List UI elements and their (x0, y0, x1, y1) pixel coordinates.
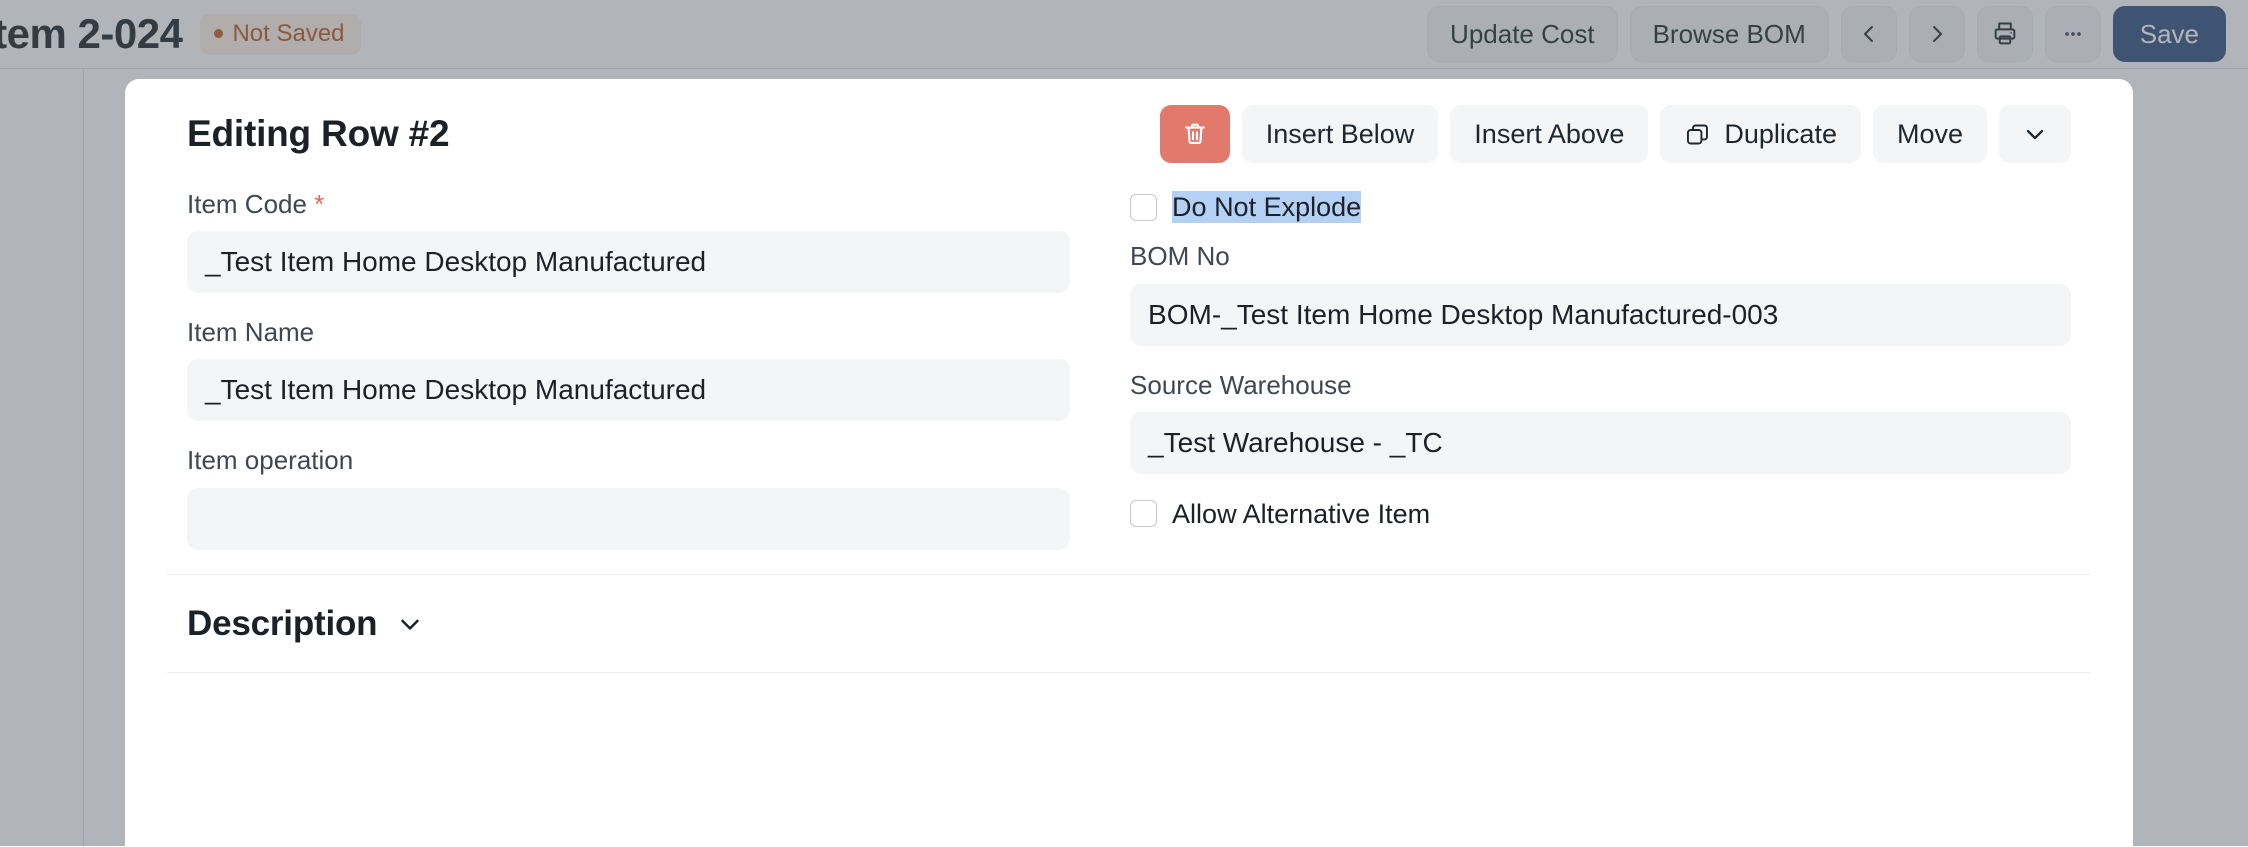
item-code-input[interactable]: _Test Item Home Desktop Manufactured (187, 231, 1070, 293)
bom-no-input[interactable]: BOM-_Test Item Home Desktop Manufactured… (1130, 284, 2071, 346)
field-do-not-explode: Do Not Explode (1130, 191, 2071, 223)
item-operation-input[interactable] (187, 488, 1070, 550)
source-warehouse-input[interactable]: _Test Warehouse - _TC (1130, 412, 2071, 474)
source-warehouse-label: Source Warehouse (1130, 370, 2071, 401)
section-divider-bottom (167, 672, 2091, 673)
do-not-explode-checkbox[interactable] (1130, 194, 1157, 221)
field-item-name: Item Name _Test Item Home Desktop Manufa… (187, 317, 1070, 421)
item-operation-label: Item operation (187, 445, 1070, 476)
form-column-left: Item Code * _Test Item Home Desktop Manu… (187, 189, 1130, 574)
dialog-header: Editing Row #2 Insert Below Insert Above… (125, 79, 2133, 189)
duplicate-icon (1684, 121, 1711, 148)
bom-no-label: BOM No (1130, 241, 2071, 272)
section-description[interactable]: Description (125, 575, 2133, 672)
duplicate-button[interactable]: Duplicate (1660, 105, 1861, 163)
item-name-input[interactable]: _Test Item Home Desktop Manufactured (187, 359, 1070, 421)
field-item-code: Item Code * _Test Item Home Desktop Manu… (187, 189, 1070, 293)
field-allow-alternative-item: Allow Alternative Item (1130, 498, 2071, 530)
edit-row-dialog: Editing Row #2 Insert Below Insert Above… (125, 79, 2133, 846)
dialog-form: Item Code * _Test Item Home Desktop Manu… (125, 189, 2133, 574)
required-asterisk: * (307, 189, 324, 219)
allow-alternative-item-label[interactable]: Allow Alternative Item (1172, 498, 1430, 530)
field-item-operation: Item operation (187, 445, 1070, 549)
chevron-down-icon (2021, 120, 2049, 148)
delete-row-button[interactable] (1160, 105, 1230, 163)
expand-options-button[interactable] (1999, 105, 2071, 163)
chevron-down-icon (395, 609, 425, 639)
item-code-label: Item Code * (187, 189, 1070, 220)
allow-alternative-item-checkbox[interactable] (1130, 500, 1157, 527)
insert-below-button[interactable]: Insert Below (1242, 105, 1439, 163)
section-description-title: Description (187, 604, 377, 644)
row-action-bar: Insert Below Insert Above Duplicate Move (1160, 105, 2071, 163)
insert-above-button[interactable]: Insert Above (1450, 105, 1648, 163)
do-not-explode-label[interactable]: Do Not Explode (1172, 191, 1361, 223)
field-bom-no: BOM No BOM-_Test Item Home Desktop Manuf… (1130, 241, 2071, 345)
field-source-warehouse: Source Warehouse _Test Warehouse - _TC (1130, 370, 2071, 474)
dialog-title: Editing Row #2 (187, 113, 449, 155)
item-name-label: Item Name (187, 317, 1070, 348)
move-button[interactable]: Move (1873, 105, 1987, 163)
form-column-right: Do Not Explode BOM No BOM-_Test Item Hom… (1130, 189, 2071, 574)
trash-icon (1181, 120, 1209, 148)
duplicate-label: Duplicate (1724, 119, 1837, 150)
